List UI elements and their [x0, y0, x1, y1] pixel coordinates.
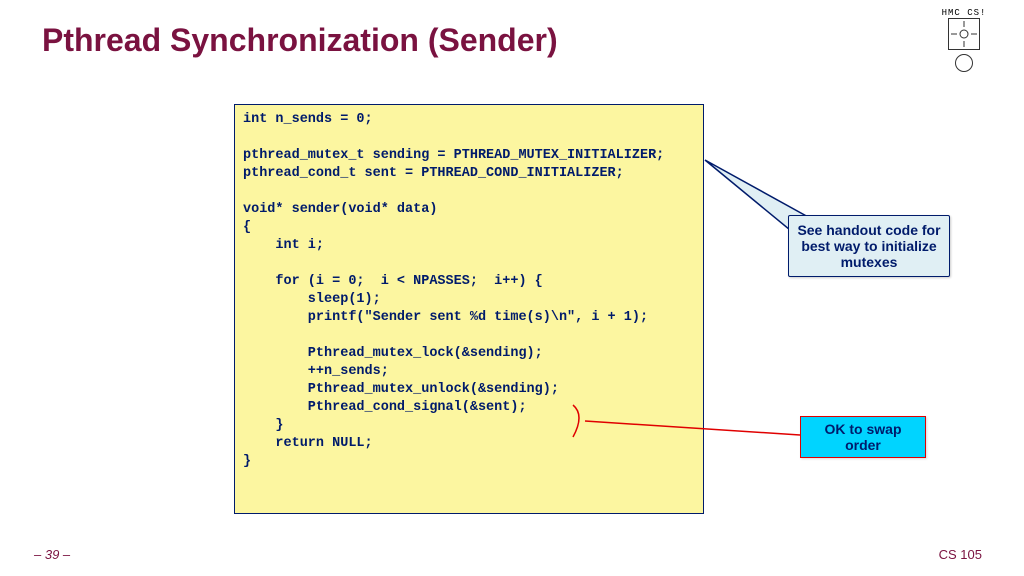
- logo-text: HMC CS!: [934, 8, 994, 18]
- page-number: – 39 –: [34, 547, 70, 562]
- course-logo: HMC CS!: [934, 8, 994, 72]
- slide-title: Pthread Synchronization (Sender): [42, 22, 558, 59]
- course-label: CS 105: [939, 547, 982, 562]
- callout-swap-order: OK to swap order: [800, 416, 926, 458]
- logo-box-icon: [948, 18, 980, 50]
- code-block: int n_sends = 0; pthread_mutex_t sending…: [234, 104, 704, 514]
- code-text: int n_sends = 0; pthread_mutex_t sending…: [243, 111, 695, 471]
- logo-wheel-icon: [955, 54, 973, 72]
- callout-handout: See handout code for best way to initial…: [788, 215, 950, 277]
